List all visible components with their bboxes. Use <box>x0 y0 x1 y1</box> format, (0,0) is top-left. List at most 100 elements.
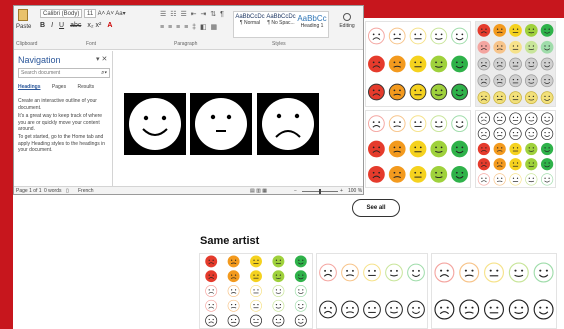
emoji-face-icon <box>477 91 491 104</box>
emoji-face-icon <box>540 40 554 54</box>
word-window-preview[interactable]: Paste Calibri (Body) 11 A˄ A˅ Aa▾ B I Uabc… <box>13 5 364 195</box>
help-text: Create an interactive outline of your do… <box>18 98 97 111</box>
styles-gallery[interactable]: AaBbCcDc ¶ Normal AaBbCcDc ¶ No Spac... … <box>233 11 329 38</box>
style-no-spacing[interactable]: AaBbCcDc ¶ No Spac... <box>266 14 296 26</box>
paragraph-list-icons[interactable]: ☰ ☷ ☰ ⇤ ⇥ ⇅ ¶ <box>160 10 225 18</box>
emoji-face-icon <box>409 165 427 183</box>
page-count: Page 1 of 1 <box>16 188 42 194</box>
emoji-face-icon <box>509 142 522 156</box>
emoji-face-icon <box>363 263 381 282</box>
faces-grid <box>368 27 468 101</box>
ribbon: Paste Calibri (Body) 11 A˄ A˅ Aa▾ B I Uabc… <box>14 6 363 50</box>
emoji-face-icon <box>272 270 285 283</box>
bold-icon[interactable]: B <box>40 22 45 29</box>
emoji-face-icon <box>540 112 554 125</box>
tab-headings[interactable]: Headings <box>18 84 41 90</box>
group-clipboard: Clipboard <box>16 41 38 47</box>
emoji-face-icon <box>368 27 385 45</box>
status-bar: Page 1 of 1 0 words ▯ French ▤ ▥ ▦ − + 1… <box>14 186 363 194</box>
thumbnail-faces-3[interactable] <box>365 110 471 188</box>
emoji-face-icon <box>368 165 385 183</box>
font-name-select[interactable]: Calibri (Body) <box>40 9 83 18</box>
document-page <box>114 51 363 186</box>
zoom-thumb[interactable] <box>319 189 321 194</box>
faces-grid <box>477 112 554 186</box>
style-normal[interactable]: AaBbCcDc ¶ Normal <box>235 14 265 26</box>
subscript-icon[interactable]: x₂ x² <box>87 22 101 29</box>
emoji-face-icon <box>493 127 506 140</box>
style-heading-1[interactable]: AaBbCc Heading 1 <box>297 14 327 29</box>
paste-button[interactable]: Paste <box>16 9 31 35</box>
emoji-face-icon <box>540 24 554 37</box>
artist-thumbnail-3[interactable] <box>431 253 557 329</box>
proofing-icon[interactable]: ▯ <box>66 188 69 194</box>
artist-thumbnail-2[interactable] <box>316 253 428 329</box>
emoji-face-icon <box>524 74 538 88</box>
italic-icon[interactable]: I <box>51 22 53 29</box>
editing-button[interactable]: Editing <box>332 11 362 38</box>
emoji-face-icon <box>509 112 522 125</box>
font-size-select[interactable]: 11 <box>84 9 97 18</box>
thumbnail-faces-1[interactable] <box>365 21 471 107</box>
emoji-face-icon <box>409 55 427 73</box>
emoji-face-icon <box>205 270 218 283</box>
emoji-face-icon <box>294 299 307 312</box>
font-controls: Calibri (Body) 11 A˄ A˅ Aa▾ <box>40 9 126 18</box>
emoji-face-icon <box>430 140 448 158</box>
emoji-face-icon <box>477 57 491 71</box>
emoji-face-icon <box>388 115 406 133</box>
faces-grid <box>434 262 554 320</box>
navigation-pane: Navigation ▾ ✕ Search document ⌕▾ Headin… <box>14 51 113 186</box>
emoji-face-icon <box>477 74 491 88</box>
emoji-face-icon <box>493 112 506 125</box>
faces-grid <box>368 115 468 183</box>
emoji-face-icon <box>205 255 218 268</box>
emoji-face-icon <box>477 127 491 140</box>
emoji-face-icon <box>205 314 218 327</box>
help-text: It's a great way to keep track of where … <box>18 113 103 132</box>
help-text: To get started, go to the Home tab and a… <box>18 134 106 153</box>
underline-icon[interactable]: U <box>59 22 64 29</box>
emoji-face-icon <box>459 299 480 320</box>
zoom-out-icon[interactable]: − <box>294 188 297 194</box>
emoji-face-icon <box>477 112 491 125</box>
close-icon[interactable]: ▾ ✕ <box>96 55 107 63</box>
artist-thumbnail-1[interactable] <box>199 253 313 329</box>
strikethrough-icon[interactable]: abc <box>70 22 81 29</box>
emoji-face-icon <box>294 314 307 327</box>
see-all-button[interactable]: See all <box>352 199 400 217</box>
search-input[interactable]: Search document ⌕▾ <box>18 68 110 78</box>
emoji-face-icon <box>434 299 455 320</box>
emoji-face-icon <box>493 40 507 54</box>
emoji-face-icon <box>341 300 359 319</box>
group-paragraph: Paragraph <box>174 41 198 47</box>
emoji-face-icon <box>227 299 240 312</box>
thumbnail-faces-4[interactable] <box>475 110 556 188</box>
happy-face-image <box>124 93 186 155</box>
emoji-face-icon <box>409 27 427 45</box>
zoom-in-icon[interactable]: + <box>340 188 343 194</box>
sad-face-image <box>257 93 319 155</box>
emoji-face-icon <box>524 24 538 37</box>
paragraph-align-icons[interactable]: ≡ ≡ ≡ ≡ ‡ ◧ ▦ <box>160 23 218 31</box>
emoji-face-icon <box>524 57 538 71</box>
editing-label: Editing <box>339 23 355 29</box>
tab-results[interactable]: Results <box>77 84 94 90</box>
grow-font-icon[interactable]: A˄ A˅ Aa▾ <box>98 11 126 17</box>
tab-pages[interactable]: Pages <box>52 84 66 90</box>
font-color-icon[interactable]: A <box>107 22 112 29</box>
view-mode-icons[interactable]: ▤ ▥ ▦ <box>250 188 267 194</box>
language: French <box>78 188 94 194</box>
document-canvas[interactable] <box>114 51 363 186</box>
emoji-face-icon <box>250 299 262 312</box>
emoji-face-icon <box>205 285 218 297</box>
emoji-face-icon <box>250 270 262 283</box>
page: Paste Calibri (Body) 11 A˄ A˅ Aa▾ B I Uabc… <box>0 0 564 329</box>
emoji-face-icon <box>533 262 554 283</box>
emoji-face-icon <box>341 263 359 282</box>
emoji-face-icon <box>525 127 538 140</box>
emoji-face-icon <box>363 300 381 319</box>
emoji-face-icon <box>250 255 262 268</box>
thumbnail-faces-2[interactable] <box>475 21 556 107</box>
search-icon[interactable]: ⌕▾ <box>101 69 107 78</box>
